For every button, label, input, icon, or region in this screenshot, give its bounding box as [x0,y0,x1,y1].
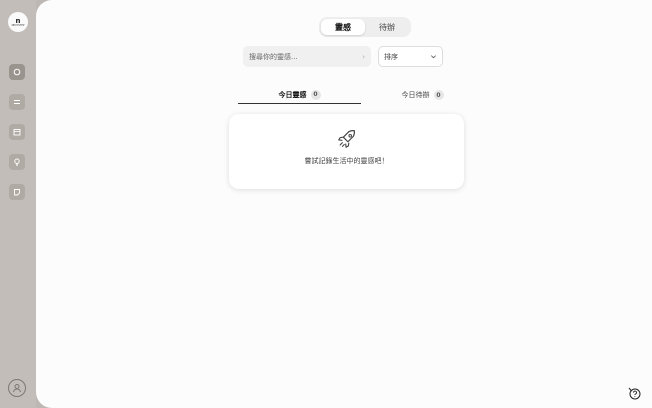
sort-select[interactable]: 排序 [378,46,443,67]
segment-ideas[interactable]: 靈感 [321,19,365,35]
empty-state-card: 嘗試記錄生活中的靈感吧！ [229,114,464,189]
sidebar-item-list[interactable] [9,94,25,110]
search-placeholder: 搜尋你的靈感... [249,52,298,61]
sidebar-item-home[interactable] [9,64,25,80]
note-icon [14,189,20,196]
search-input[interactable]: 搜尋你的靈感... › [243,46,371,67]
app-logo[interactable]: n NEXTSTEP [8,12,28,32]
mode-switcher: 靈感 待辦 [319,17,411,37]
sidebar-item-calendar[interactable] [9,124,25,140]
sidebar-item-notes[interactable] [9,184,25,200]
sort-value: 排序 [384,52,398,61]
main-panel: 靈感 待辦 搜尋你的靈感... › 排序 今日靈感 0 今日待辦 0 嘗試記錄生… [36,0,652,408]
sidebar-item-ideas[interactable] [9,154,25,170]
lightbulb-icon [14,158,20,166]
tab-today-todos[interactable]: 今日待辦 0 [361,86,484,104]
logo-word: NEXTSTEP [11,23,25,27]
count-badge: 0 [310,89,321,100]
segment-todos[interactable]: 待辦 [365,19,409,35]
tab-today-ideas[interactable]: 今日靈感 0 [238,86,361,104]
sidebar: n NEXTSTEP [0,0,36,408]
count-badge: 0 [433,90,444,100]
chevron-right-icon: › [362,52,365,61]
help-icon [628,387,640,399]
profile-button[interactable] [8,379,26,397]
chevron-down-icon [431,55,436,59]
calendar-icon [13,129,21,136]
rocket-icon [337,130,355,148]
circle-icon [13,68,21,76]
help-button[interactable] [627,386,641,400]
user-icon [13,384,21,393]
tab-label: 今日靈感 [278,90,307,99]
tab-bar: 今日靈感 0 今日待辦 0 [238,86,484,104]
tab-label: 今日待辦 [401,91,430,99]
list-icon [14,100,20,104]
empty-state-message: 嘗試記錄生活中的靈感吧！ [304,157,389,165]
